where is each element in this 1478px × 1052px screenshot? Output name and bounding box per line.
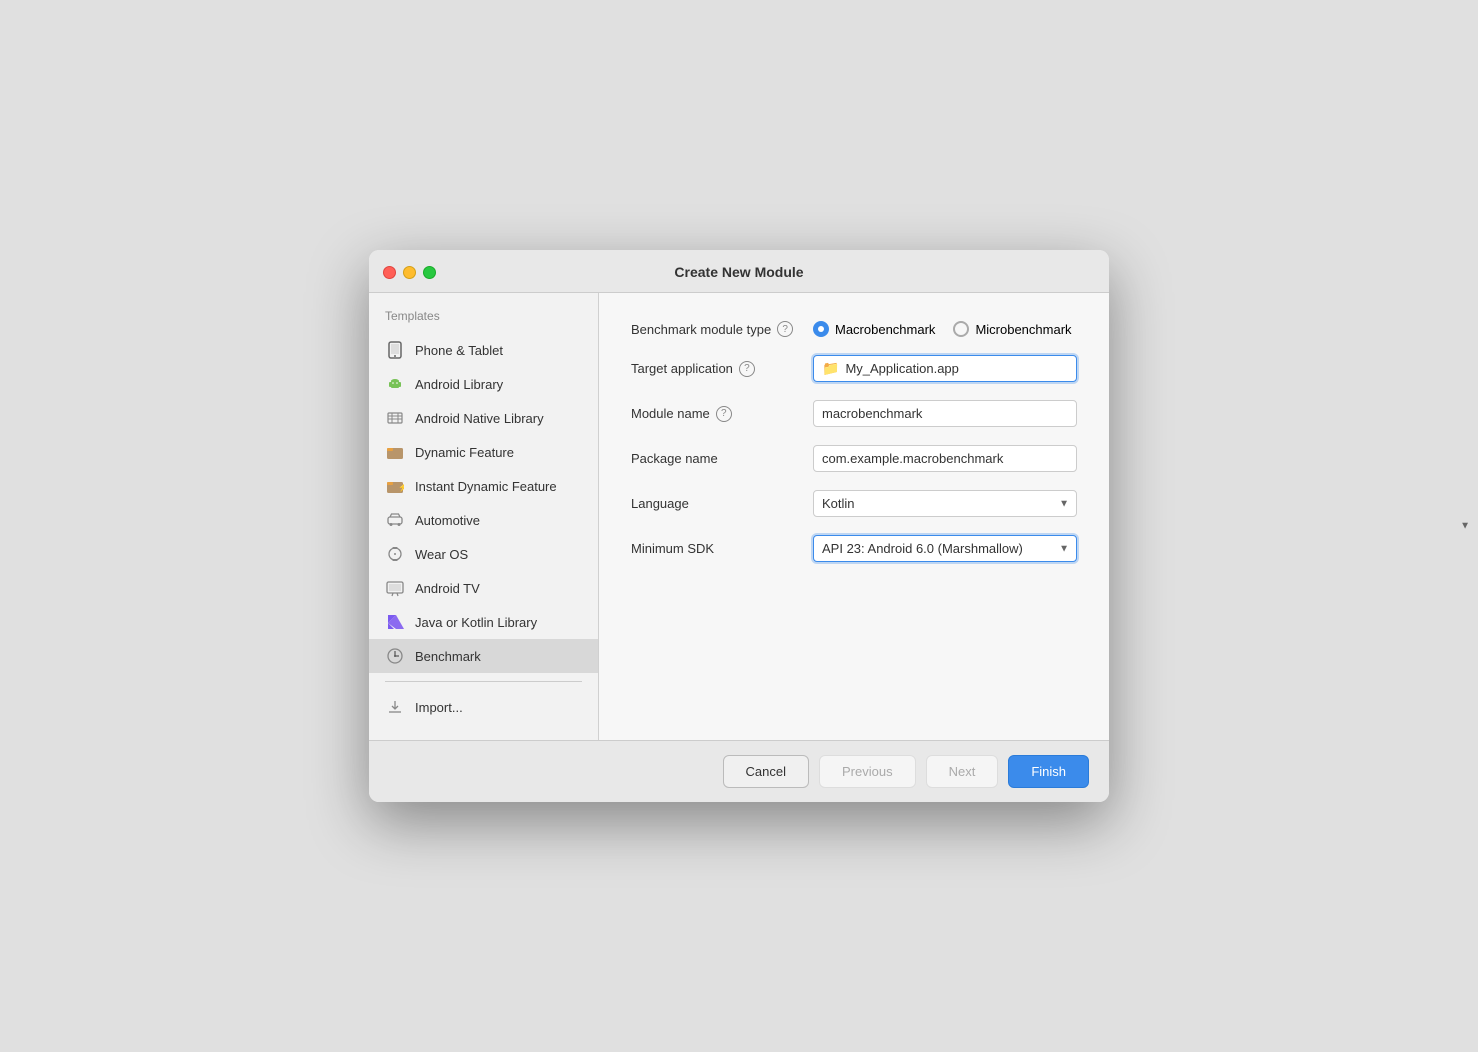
sidebar-item-android-tv[interactable]: Android TV [369, 571, 598, 605]
finish-button[interactable]: Finish [1008, 755, 1089, 788]
create-new-module-dialog: Create New Module Templates Phone & Tabl… [369, 250, 1109, 802]
sidebar-label-dynamic-feature: Dynamic Feature [415, 445, 514, 460]
main-panel: Benchmark module type ? Macrobenchmark M… [599, 293, 1109, 740]
phone-tablet-icon [385, 340, 405, 360]
android-native-library-icon [385, 408, 405, 428]
kotlin-icon [385, 612, 405, 632]
target-application-select[interactable]: My_Application.app [845, 361, 1068, 376]
previous-button[interactable]: Previous [819, 755, 916, 788]
sidebar: Templates Phone & Tablet [369, 293, 599, 740]
minimum-sdk-select[interactable]: API 23: Android 6.0 (Marshmallow) API 24… [813, 535, 1077, 562]
module-name-input[interactable] [813, 400, 1077, 427]
language-control: Kotlin Java ▼ [813, 490, 1077, 517]
module-name-row: Module name ? [631, 400, 1077, 427]
target-application-control: 📁 My_Application.app ▼ [813, 355, 1077, 382]
target-application-row: Target application ? 📁 My_Application.ap… [631, 355, 1077, 382]
language-row: Language Kotlin Java ▼ [631, 490, 1077, 517]
sidebar-item-java-kotlin-library[interactable]: Java or Kotlin Library [369, 605, 598, 639]
sidebar-item-dynamic-feature[interactable]: Dynamic Feature [369, 435, 598, 469]
sidebar-label-import: Import... [415, 700, 463, 715]
instant-dynamic-feature-icon: ⚡ [385, 476, 405, 496]
android-tv-icon [385, 578, 405, 598]
benchmark-module-type-help[interactable]: ? [777, 321, 793, 337]
sidebar-item-phone-tablet[interactable]: Phone & Tablet [369, 333, 598, 367]
module-name-label: Module name ? [631, 406, 801, 422]
sidebar-item-instant-dynamic-feature[interactable]: ⚡ Instant Dynamic Feature [369, 469, 598, 503]
sidebar-label-android-native-library: Android Native Library [415, 411, 544, 426]
dialog-title: Create New Module [674, 264, 803, 280]
benchmark-module-type-label: Benchmark module type ? [631, 321, 801, 337]
benchmark-icon [385, 646, 405, 666]
wear-os-icon [385, 544, 405, 564]
title-bar: Create New Module [369, 250, 1109, 293]
package-name-control [813, 445, 1077, 472]
next-button[interactable]: Next [926, 755, 999, 788]
cancel-button[interactable]: Cancel [723, 755, 809, 788]
package-name-input[interactable] [813, 445, 1077, 472]
microbenchmark-option[interactable]: Microbenchmark [953, 321, 1071, 337]
sidebar-divider [385, 681, 582, 682]
sidebar-header: Templates [369, 309, 598, 333]
android-library-icon [385, 374, 405, 394]
target-app-wrapper[interactable]: 📁 My_Application.app ▼ [813, 355, 1077, 382]
language-label: Language [631, 496, 801, 511]
automotive-icon [385, 510, 405, 530]
sidebar-label-benchmark: Benchmark [415, 649, 481, 664]
module-name-control [813, 400, 1077, 427]
minimum-sdk-label: Minimum SDK [631, 541, 801, 556]
module-name-help[interactable]: ? [716, 406, 732, 422]
dialog-body: Templates Phone & Tablet [369, 293, 1109, 740]
sidebar-item-automotive[interactable]: Automotive [369, 503, 598, 537]
language-select[interactable]: Kotlin Java [813, 490, 1077, 517]
close-button[interactable] [383, 266, 396, 279]
dynamic-feature-icon [385, 442, 405, 462]
sidebar-label-wear-os: Wear OS [415, 547, 468, 562]
benchmark-module-type-options: Macrobenchmark Microbenchmark [813, 321, 1077, 337]
sidebar-item-android-library[interactable]: Android Library [369, 367, 598, 401]
benchmark-module-type-row: Benchmark module type ? Macrobenchmark M… [631, 321, 1077, 337]
sidebar-label-java-kotlin-library: Java or Kotlin Library [415, 615, 537, 630]
microbenchmark-radio[interactable] [953, 321, 969, 337]
sidebar-item-import[interactable]: Import... [369, 690, 598, 724]
macrobenchmark-radio[interactable] [813, 321, 829, 337]
sidebar-item-android-native-library[interactable]: Android Native Library [369, 401, 598, 435]
package-name-row: Package name [631, 445, 1077, 472]
sidebar-item-wear-os[interactable]: Wear OS [369, 537, 598, 571]
sidebar-label-phone-tablet: Phone & Tablet [415, 343, 503, 358]
package-name-label: Package name [631, 451, 801, 466]
minimum-sdk-row: Minimum SDK API 23: Android 6.0 (Marshma… [631, 535, 1077, 562]
macrobenchmark-option[interactable]: Macrobenchmark [813, 321, 935, 337]
maximize-button[interactable] [423, 266, 436, 279]
sidebar-label-automotive: Automotive [415, 513, 480, 528]
minimum-sdk-control: API 23: Android 6.0 (Marshmallow) API 24… [813, 535, 1077, 562]
target-application-help[interactable]: ? [739, 361, 755, 377]
traffic-lights [383, 266, 436, 279]
dialog-footer: Cancel Previous Next Finish [369, 740, 1109, 802]
svg-text:⚡: ⚡ [398, 482, 404, 492]
sidebar-label-instant-dynamic-feature: Instant Dynamic Feature [415, 479, 557, 494]
import-icon [385, 697, 405, 717]
sidebar-label-android-tv: Android TV [415, 581, 480, 596]
target-app-folder-icon: 📁 [822, 360, 839, 377]
sidebar-label-android-library: Android Library [415, 377, 503, 392]
minimize-button[interactable] [403, 266, 416, 279]
target-application-label: Target application ? [631, 361, 801, 377]
sidebar-item-benchmark[interactable]: Benchmark [369, 639, 598, 673]
